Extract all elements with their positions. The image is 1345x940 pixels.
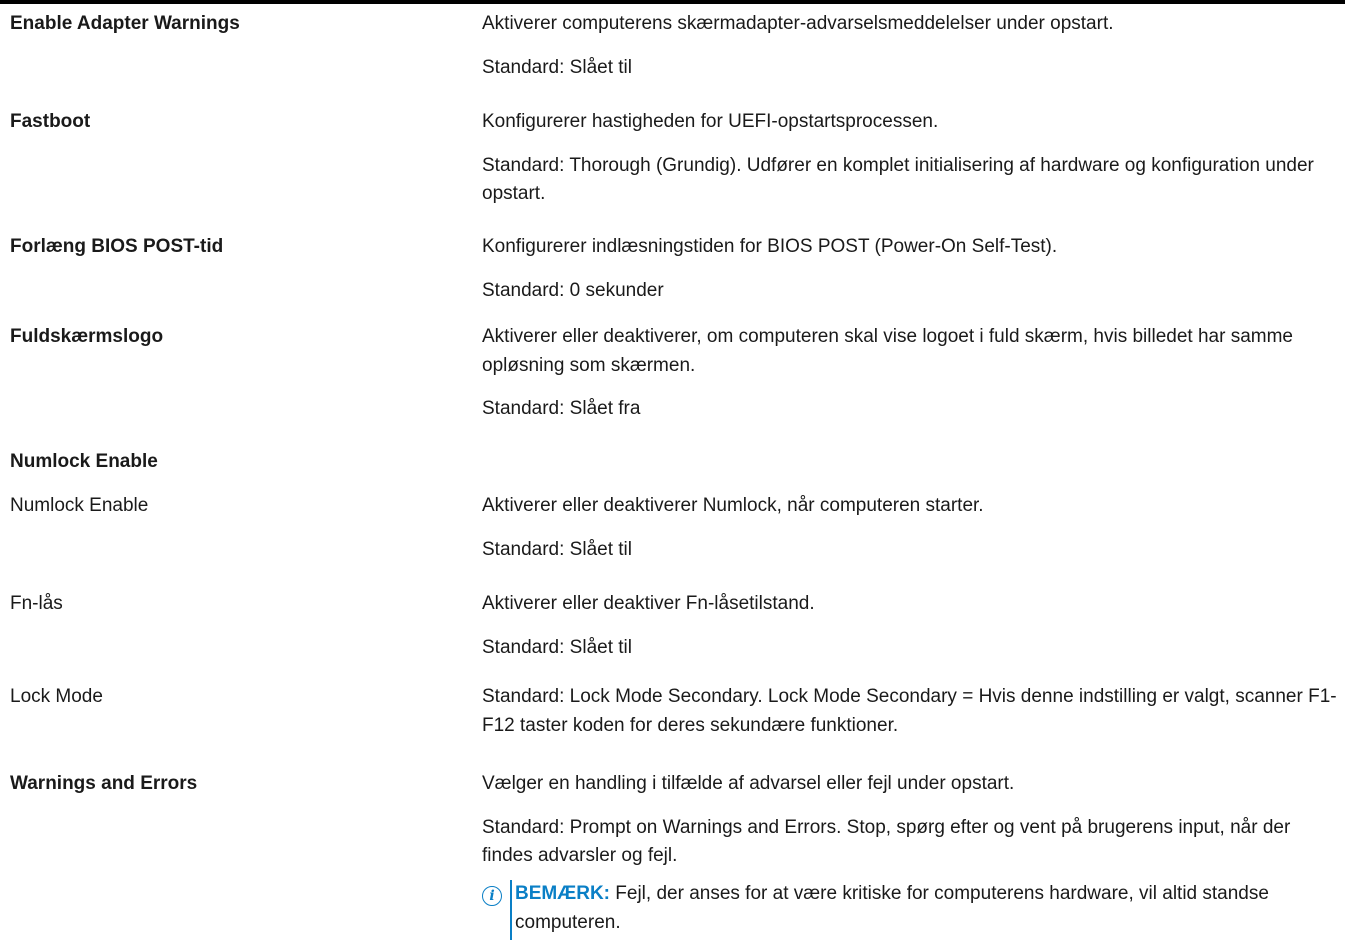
top-rule [0, 0, 1345, 4]
default-value-text: Standard: Slået fra [482, 398, 641, 419]
setting-label: Warnings and Errors [10, 773, 198, 794]
default-value-text: Standard: Slået til [482, 636, 632, 658]
section-heading: Numlock Enable [10, 451, 158, 472]
default-value-text: Standard: Slået til [482, 538, 632, 560]
setting-label: Lock Mode [10, 686, 103, 707]
setting-description: Aktiverer eller deaktiverer, om computer… [482, 323, 1337, 424]
setting-description: Aktiverer eller deaktiver Fn-låsetilstan… [482, 590, 1337, 662]
setting-label: Enable Adapter Warnings [10, 13, 240, 34]
description-text: Aktiverer eller deaktiver Fn-låsetilstan… [482, 593, 815, 614]
setting-description: Aktiverer eller deaktiverer Numlock, når… [482, 492, 1337, 564]
default-value-text: Standard: Lock Mode Secondary. Lock Mode… [482, 686, 1337, 736]
note-body: Fejl, der anses for at være kritiske for… [515, 883, 1269, 933]
setting-description: Konfigurerer hastigheden for UEFI-opstar… [482, 108, 1337, 209]
note-heading: BEMÆRK: [515, 883, 610, 904]
setting-description: Aktiverer computerens skærmadapter-advar… [482, 10, 1337, 82]
setting-description: Vælger en handling i tilfælde af advarse… [482, 770, 1337, 871]
note-accent-bar [510, 880, 512, 940]
default-value-text: Standard: Thorough (Grundig). Udfører en… [482, 154, 1314, 205]
description-text: Aktiverer computerens skærmadapter-advar… [482, 13, 1114, 34]
setting-description: Konfigurerer indlæsningstiden for BIOS P… [482, 233, 1337, 305]
description-text: Konfigurerer hastigheden for UEFI-opstar… [482, 111, 939, 132]
setting-description: Standard: Lock Mode Secondary. Lock Mode… [482, 683, 1337, 740]
setting-label: Fastboot [10, 111, 91, 132]
description-text: Vælger en handling i tilfælde af advarse… [482, 773, 1015, 794]
setting-label: Numlock Enable [10, 495, 149, 516]
note-text: BEMÆRK: Fejl, der anses for at være krit… [515, 880, 1337, 937]
setting-label: Fn-lås [10, 593, 63, 614]
description-text: Aktiverer eller deaktiverer, om computer… [482, 326, 1293, 376]
description-text: Aktiverer eller deaktiverer Numlock, når… [482, 495, 984, 516]
setting-label: Forlæng BIOS POST-tid [10, 236, 224, 257]
setting-label: Fuldskærmslogo [10, 326, 164, 347]
description-text: Konfigurerer indlæsningstiden for BIOS P… [482, 236, 1058, 257]
default-value-text: Standard: 0 sekunder [482, 279, 664, 301]
default-value-text: Standard: Slået til [482, 56, 632, 78]
info-icon: i [482, 886, 502, 906]
default-value-text: Standard: Prompt on Warnings and Errors.… [482, 816, 1291, 867]
